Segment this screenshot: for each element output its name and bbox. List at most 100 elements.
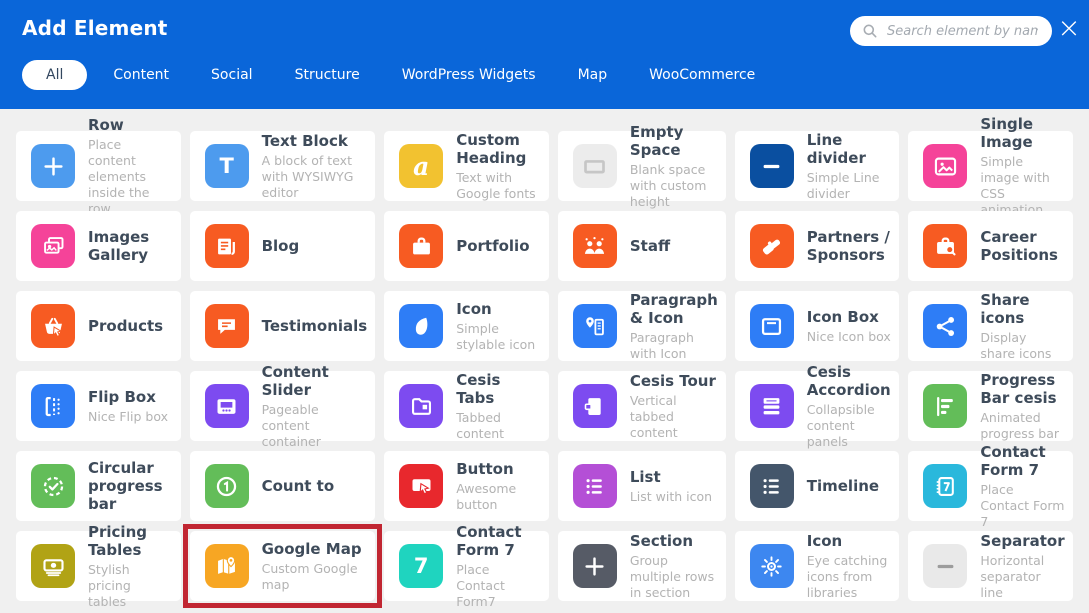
element-card-timeline-28[interactable]: Timeline bbox=[734, 451, 900, 521]
element-texts: Contact Form 7 Place Contact Form 7 bbox=[980, 443, 1065, 530]
tab-bar: All Content Social Structure WordPress Widge… bbox=[22, 60, 781, 90]
element-card-contact-form-7-29[interactable]: Contact Form 7 Place Contact Form 7 bbox=[908, 443, 1073, 529]
flip-icon bbox=[45, 396, 60, 416]
element-card-career-positions-11[interactable]: Career Positions bbox=[908, 211, 1073, 281]
element-texts: List List with icon bbox=[630, 468, 712, 505]
element-card-progress-bar-cesis-23[interactable]: Progress Bar cesis Animated progress bar bbox=[908, 371, 1073, 441]
element-card-blog-7[interactable]: Blog bbox=[189, 211, 376, 281]
tab-structure[interactable]: Structure bbox=[279, 60, 376, 90]
element-card-text-block-1[interactable]: T Text Block A block of text with WYSIWYG … bbox=[189, 131, 376, 201]
element-description: Tabbed content bbox=[456, 409, 505, 441]
element-card-icon-box-16[interactable]: Icon Box Nice Icon box bbox=[734, 291, 900, 361]
element-card-portfolio-8[interactable]: Portfolio bbox=[384, 211, 549, 281]
element-title: Google Map bbox=[261, 539, 362, 558]
element-card-line-divider-4[interactable]: Line divider Simple Line divider bbox=[734, 131, 900, 202]
folder-tab-icon bbox=[411, 397, 431, 415]
element-card-icon-34[interactable]: Icon Eye catching icons from libraries bbox=[734, 531, 900, 601]
element-description: List with icon bbox=[629, 488, 713, 504]
element-title: Single Image bbox=[980, 114, 1034, 151]
element-title: Empty Space bbox=[629, 122, 684, 159]
element-card-images-gallery-6[interactable]: Images Gallery bbox=[16, 211, 181, 281]
element-description: A block of text with WYSIWYG editor bbox=[261, 152, 354, 200]
search-input[interactable] bbox=[885, 22, 1040, 40]
element-description: Nice Icon box bbox=[806, 328, 891, 344]
tab-map[interactable]: Map bbox=[562, 60, 624, 90]
element-description: Simple image with CSS animation bbox=[980, 153, 1050, 217]
element-card-cesis-tabs-20[interactable]: Cesis Tabs Tabbed content bbox=[384, 371, 549, 441]
element-description: Paragraph with Icon bbox=[629, 329, 694, 361]
element-title: Separator bbox=[980, 531, 1065, 550]
element-title: Timeline bbox=[806, 477, 880, 495]
element-card-count-to-25[interactable]: Count to bbox=[189, 451, 376, 521]
element-icon-tile bbox=[923, 144, 968, 188]
element-card-section-33[interactable]: Section Group multiple rows in section bbox=[557, 531, 726, 601]
search-box[interactable] bbox=[850, 16, 1052, 46]
element-texts: Portfolio bbox=[456, 237, 529, 255]
handshake-icon bbox=[763, 239, 781, 254]
element-texts: Cesis Accordion Collapsible content panel… bbox=[807, 363, 892, 450]
element-icon-tile bbox=[204, 544, 249, 588]
element-card-cesis-tour-21[interactable]: Cesis Tour Vertical tabbed content bbox=[557, 371, 726, 441]
search-icon bbox=[863, 24, 877, 38]
element-card-list-27[interactable]: List List with icon bbox=[557, 451, 726, 521]
element-icon-tile bbox=[749, 304, 794, 348]
element-title: Line divider bbox=[806, 130, 866, 167]
element-description: Text with Google fonts bbox=[456, 169, 536, 201]
element-card-staff-9[interactable]: Staff bbox=[557, 211, 726, 281]
element-texts: Line divider Simple Line divider bbox=[807, 131, 892, 202]
element-icon-tile: 7 bbox=[399, 544, 444, 588]
element-card-share-icons-17[interactable]: Share icons Display share icons bbox=[908, 291, 1073, 361]
element-icon-tile bbox=[31, 144, 75, 188]
element-title: Cesis Accordion bbox=[806, 362, 891, 399]
element-card-testimonials-13[interactable]: Testimonials bbox=[189, 291, 376, 361]
element-title: Testimonials bbox=[261, 317, 368, 335]
element-card-row-0[interactable]: Row Place content elements inside the row bbox=[16, 116, 181, 216]
element-card-button-26[interactable]: Button Awesome button bbox=[384, 451, 549, 521]
element-card-contact-form-7-32[interactable]: 7 Contact Form 7 Place Contact Form7 bbox=[384, 523, 549, 609]
element-title: Content Slider bbox=[261, 362, 329, 399]
element-card-products-12[interactable]: Products bbox=[16, 291, 181, 361]
close-icon[interactable]: × bbox=[1054, 13, 1084, 45]
element-texts: Row Place content elements inside the row bbox=[88, 116, 173, 217]
element-title: Cesis Tour bbox=[629, 371, 716, 390]
element-card-separator-35[interactable]: Separator Horizontal separator line bbox=[908, 531, 1073, 601]
tab-all[interactable]: All bbox=[22, 60, 88, 90]
tab-wordpress-widgets[interactable]: WordPress Widgets bbox=[386, 60, 552, 90]
element-title: Circular progress bar bbox=[88, 459, 163, 513]
element-card-google-map-31[interactable]: Google Map Custom Google map bbox=[182, 524, 382, 608]
tab-social[interactable]: Social bbox=[195, 60, 269, 90]
element-texts: Paragraph & Icon Paragraph with Icon bbox=[630, 291, 718, 362]
button-cursor-icon bbox=[412, 478, 431, 495]
element-card-custom-heading-2[interactable]: a Custom Heading Text with Google fonts bbox=[384, 131, 549, 201]
element-card-partners-sponsors-10[interactable]: Partners / Sponsors bbox=[734, 211, 900, 281]
element-card-single-image-5[interactable]: Single Image Simple image with CSS animat… bbox=[908, 115, 1073, 217]
element-card-paragraph-icon-15[interactable]: Paragraph & Icon Paragraph with Icon bbox=[557, 291, 726, 362]
tab-woocommerce[interactable]: WooCommerce bbox=[633, 60, 771, 90]
element-texts: Button Awesome button bbox=[456, 460, 541, 513]
element-card-pricing-tables-30[interactable]: Pricing Tables Stylish pricing tables bbox=[16, 523, 181, 609]
share-icon bbox=[936, 316, 954, 336]
element-texts: Content Slider Pageable content container bbox=[262, 363, 368, 450]
element-description: Simple stylable icon bbox=[456, 320, 536, 352]
element-card-cesis-accordion-22[interactable]: Cesis Accordion Collapsible content panel… bbox=[734, 363, 900, 449]
bullet-list-icon bbox=[586, 478, 603, 494]
element-icon-tile bbox=[572, 144, 617, 188]
element-title: Flip Box bbox=[88, 387, 156, 406]
element-card-content-slider-19[interactable]: Content Slider Pageable content container bbox=[189, 363, 376, 449]
element-card-flip-box-18[interactable]: Flip Box Nice Flip box bbox=[16, 371, 181, 441]
element-texts: Count to bbox=[262, 477, 335, 495]
element-icon-tile bbox=[399, 464, 444, 508]
element-card-empty-space-3[interactable]: Empty Space Blank space with custom heigh… bbox=[557, 123, 726, 209]
element-card-circular-progress-bar-24[interactable]: Circular progress bar bbox=[16, 451, 181, 521]
element-title: Staff bbox=[629, 237, 671, 255]
element-texts: Separator Horizontal separator line bbox=[980, 532, 1065, 601]
element-title: Contact Form 7 bbox=[456, 522, 522, 559]
dash-icon bbox=[763, 164, 780, 168]
element-title: Button bbox=[456, 459, 514, 478]
element-title: Pricing Tables bbox=[88, 522, 147, 559]
element-card-icon-14[interactable]: Icon Simple stylable icon bbox=[384, 291, 549, 361]
element-title: Count to bbox=[261, 477, 335, 495]
element-texts: Cesis Tabs Tabbed content bbox=[456, 371, 541, 442]
tab-content[interactable]: Content bbox=[97, 60, 185, 90]
element-texts: Staff bbox=[630, 237, 670, 255]
